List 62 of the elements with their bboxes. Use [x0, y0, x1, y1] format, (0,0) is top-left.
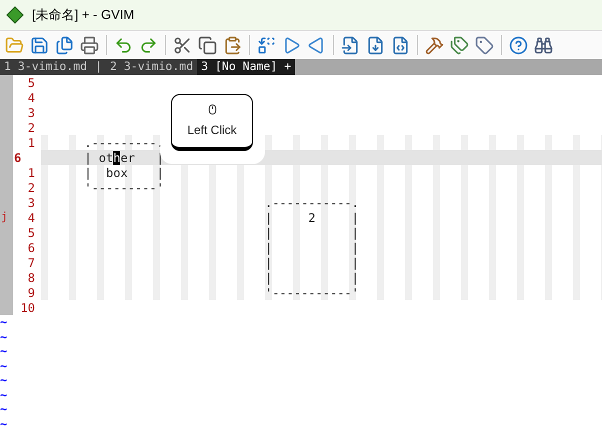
line-number: 5: [28, 224, 36, 242]
tag-icon: [475, 36, 494, 54]
code-line: | |: [264, 270, 359, 286]
filler-tilde: ~: [0, 418, 8, 430]
filler-tilde: ~: [0, 374, 8, 386]
code-line: '---------': [83, 180, 164, 196]
line-number: 10: [20, 300, 36, 316]
code-line: | 2 |: [264, 210, 359, 226]
line-number: 3: [28, 194, 36, 212]
paste-icon: [223, 36, 242, 54]
print-icon: [80, 36, 99, 54]
tab[interactable]: 1 3-vimio.md: [0, 59, 92, 75]
filler-tilde: ~: [0, 330, 8, 343]
triangle-right-icon: [282, 36, 301, 54]
filler-tilde: ~: [0, 403, 8, 416]
line-number: 2: [28, 120, 36, 136]
code-line: | |: [264, 240, 359, 256]
sign-mark: j: [0, 209, 8, 226]
line-number: 2: [28, 180, 36, 196]
code-line: | other |: [83, 150, 164, 166]
line-number: 4: [28, 90, 36, 106]
line-number: 1: [28, 134, 36, 152]
filler-tilde: ~: [0, 360, 8, 372]
run-script-icon: [391, 36, 410, 54]
line-number: 7: [28, 254, 36, 272]
window-title: [未命名] + - GVIM: [32, 6, 134, 24]
cut-icon: [173, 36, 192, 54]
copy-icon: [198, 36, 217, 54]
triangle-left-icon: [307, 36, 326, 54]
line-number: 3: [28, 104, 36, 122]
cursor: h: [113, 150, 120, 164]
popup-label: Left Click: [187, 122, 237, 138]
tab-separator: |: [91, 59, 106, 75]
line-number: 6: [13, 150, 22, 166]
redo-icon: [139, 36, 158, 54]
find-replace-icon: [257, 36, 276, 54]
folder-icon: [5, 36, 24, 54]
tab[interactable]: 2 3-vimio.md: [106, 59, 198, 75]
line-number: 4: [28, 210, 36, 226]
code-line: .-----------.: [264, 194, 359, 212]
save-session-icon: [366, 36, 385, 54]
save-icon: [30, 36, 49, 54]
filler-tilde: ~: [0, 388, 8, 401]
filler-tilde: ~: [0, 316, 8, 328]
line-number: 1: [28, 164, 36, 182]
code-line: | box |: [83, 165, 164, 182]
filler-tilde: ~: [0, 345, 8, 358]
undo-icon: [114, 36, 133, 54]
mouse-icon: [206, 104, 218, 114]
line-number: 5: [28, 74, 36, 92]
code-line: '-----------': [264, 285, 359, 302]
load-session-icon: [341, 36, 360, 54]
line-number: 8: [28, 270, 36, 286]
tab[interactable]: 3 [No Name] +: [197, 59, 296, 75]
save-all-icon: [55, 36, 74, 54]
code-line: | |: [264, 225, 359, 242]
code-line: .---------.: [83, 134, 164, 152]
hammer-icon: [425, 36, 444, 54]
help-icon: [509, 36, 528, 54]
line-number: 6: [28, 240, 36, 256]
code-line: | |: [264, 255, 359, 272]
line-number: 9: [28, 284, 36, 302]
